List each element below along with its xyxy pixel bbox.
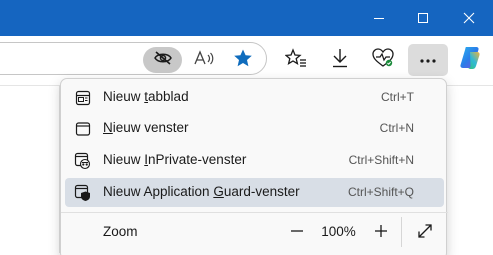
menu-item-label: Nieuw InPrivate-venster [103, 152, 247, 167]
page-right-panel [444, 85, 493, 253]
tracking-prevention-button[interactable] [143, 47, 182, 73]
downloads-icon [331, 48, 349, 73]
browser-essentials-button[interactable] [369, 46, 397, 74]
settings-and-more-button[interactable] [408, 44, 448, 76]
menu-item-new-tab[interactable]: Nieuw tabblad Ctrl+T [65, 83, 444, 112]
zoom-out-button[interactable] [282, 218, 312, 248]
minus-icon [290, 224, 304, 243]
favorite-button[interactable] [229, 46, 257, 74]
menu-item-label: Nieuw tabblad [103, 89, 189, 104]
maximize-button[interactable] [401, 0, 445, 36]
settings-menu: Nieuw tabblad Ctrl+T Nieuw venster Ctrl+… [60, 78, 448, 255]
favorites-icon [284, 47, 307, 73]
zoom-label: Zoom [103, 224, 138, 239]
read-aloud-icon [193, 49, 215, 72]
zoom-separator [401, 217, 402, 247]
minimize-button[interactable] [357, 0, 401, 36]
plus-icon [374, 224, 388, 243]
menu-item-new-window[interactable]: Nieuw venster Ctrl+N [65, 114, 444, 143]
maximize-icon [417, 12, 429, 24]
inprivate-icon [73, 151, 93, 171]
menu-item-shortcut: Ctrl+Shift+Q [347, 185, 414, 199]
minimize-icon [373, 12, 385, 24]
downloads-button[interactable] [326, 46, 354, 74]
favorite-star-icon [233, 48, 253, 73]
menu-item-new-application-guard-window[interactable]: Nieuw Application Guard-venster Ctrl+Shi… [65, 178, 444, 207]
more-icon [419, 51, 437, 69]
menu-divider [61, 212, 448, 213]
read-aloud-button[interactable] [190, 46, 218, 74]
favorites-button[interactable] [282, 46, 310, 74]
menu-item-new-inprivate-window[interactable]: Nieuw InPrivate-venster Ctrl+Shift+N [65, 146, 444, 175]
menu-item-shortcut: Ctrl+Shift+N [348, 153, 414, 167]
application-guard-icon [73, 183, 93, 203]
copilot-icon [457, 45, 483, 76]
tracking-prevention-icon [153, 50, 173, 71]
menu-item-label: Nieuw Application Guard-venster [103, 184, 300, 199]
new-window-icon [73, 119, 93, 139]
close-icon [463, 12, 475, 24]
page-left-panel [0, 85, 60, 253]
zoom-in-button[interactable] [366, 218, 396, 248]
copilot-button[interactable] [455, 45, 485, 75]
menu-item-shortcut: Ctrl+N [379, 121, 414, 135]
title-bar [0, 0, 493, 36]
fullscreen-icon [417, 223, 433, 244]
menu-item-label: Nieuw venster [103, 120, 189, 135]
browser-essentials-icon [372, 47, 394, 73]
new-tab-icon [73, 88, 93, 108]
zoom-value: 100% [321, 224, 356, 239]
address-bar[interactable] [0, 42, 267, 75]
menu-item-shortcut: Ctrl+T [381, 90, 414, 104]
fullscreen-button[interactable] [410, 218, 440, 248]
close-button[interactable] [447, 0, 491, 36]
